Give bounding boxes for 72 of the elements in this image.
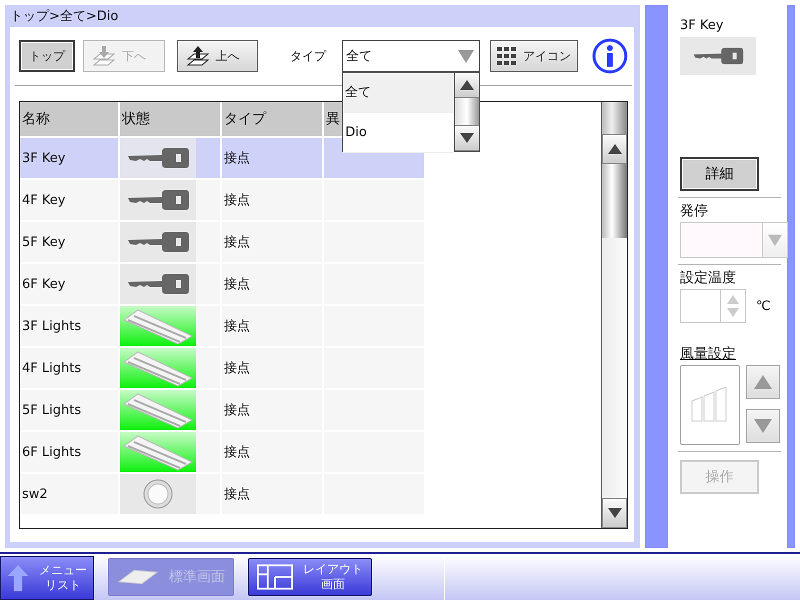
scroll-up-button[interactable] xyxy=(602,134,627,164)
menu-list-button[interactable]: メニュー リスト xyxy=(0,556,94,600)
top-button[interactable]: トップ xyxy=(19,40,75,72)
layers-up-icon xyxy=(186,45,210,67)
column-header: 名称 xyxy=(20,102,118,136)
device-title: 3F Key xyxy=(680,18,724,33)
scroll-thumb[interactable] xyxy=(455,98,480,126)
column-header: 状態 xyxy=(120,102,220,136)
table-row[interactable]: 5F Key 接点 xyxy=(20,222,426,262)
table-row[interactable]: 5F Lights 接点 xyxy=(20,390,426,430)
table-row[interactable]: 6F Lights 接点 xyxy=(20,432,426,472)
run-stop-label: 発停 xyxy=(680,202,708,220)
key-icon xyxy=(126,272,190,296)
caret-icon xyxy=(456,48,476,64)
table-row[interactable]: 4F Key 接点 xyxy=(20,180,426,220)
fan-up-button[interactable] xyxy=(746,365,780,399)
round-switch-icon xyxy=(142,478,174,510)
name-cell: 5F Key xyxy=(20,222,118,262)
dropdown-option[interactable]: 全て xyxy=(343,73,454,113)
table-row[interactable]: 3F Lights 接点 xyxy=(20,306,426,346)
table-row[interactable]: 4F Lights 接点 xyxy=(20,348,426,388)
key-icon xyxy=(126,188,190,212)
type-cell: 接点 xyxy=(222,264,322,304)
detail-button[interactable]: 詳細 xyxy=(680,157,759,191)
scroll-thumb[interactable] xyxy=(602,164,627,238)
key-icon xyxy=(126,146,190,170)
type-cell: 接点 xyxy=(222,306,322,346)
info-icon[interactable] xyxy=(592,38,628,74)
down-arrow-icon xyxy=(753,418,773,434)
layout-screen-button[interactable]: レイアウト 画面 xyxy=(248,558,372,596)
layers-down-icon xyxy=(92,45,116,67)
type-cell: 接点 xyxy=(222,138,322,178)
type-cell: 接点 xyxy=(222,222,322,262)
breadcrumb: トップ>全て>Dio xyxy=(10,8,120,26)
table-row[interactable]: 3F Key 接点 xyxy=(20,138,426,178)
name-cell: 4F Key xyxy=(20,180,118,220)
table-row[interactable]: sw2 接点 xyxy=(20,474,426,514)
up-triangle-icon xyxy=(606,143,622,155)
name-cell: 3F Lights xyxy=(20,306,118,346)
down-triangle-icon xyxy=(606,507,622,519)
name-cell: sw2 xyxy=(20,474,118,514)
name-cell: 6F Lights xyxy=(20,432,118,472)
type-cell: 接点 xyxy=(222,180,322,220)
key-icon xyxy=(126,230,190,254)
down-triangle-icon xyxy=(459,132,476,144)
name-cell: 6F Key xyxy=(20,264,118,304)
type-cell: 接点 xyxy=(222,390,322,430)
name-cell: 3F Key xyxy=(20,138,118,178)
grid-icon xyxy=(497,47,518,65)
table-row[interactable]: 6F Key 接点 xyxy=(20,264,426,304)
type-cell: 接点 xyxy=(222,432,322,472)
icon-view-button[interactable]: アイコン xyxy=(490,40,578,72)
caret-icon xyxy=(766,233,784,247)
temperature-label: 設定温度 xyxy=(680,269,736,287)
up-triangle-icon xyxy=(459,79,476,91)
layout-icon xyxy=(257,563,293,591)
fan-down-button[interactable] xyxy=(746,409,780,443)
name-cell: 5F Lights xyxy=(20,390,118,430)
up-arrow-icon xyxy=(753,374,773,390)
scroll-down-button[interactable] xyxy=(455,126,480,151)
scroll-down-button[interactable] xyxy=(602,498,627,528)
up-button[interactable]: 上へ xyxy=(176,40,258,72)
type-label: タイプ xyxy=(290,48,326,64)
name-cell: 4F Lights xyxy=(20,348,118,388)
type-select[interactable]: 全て xyxy=(342,40,480,72)
key-icon xyxy=(692,46,744,66)
fan-speed-label: 風量設定 xyxy=(680,345,736,363)
scroll-up-button[interactable] xyxy=(455,73,480,98)
type-cell: 接点 xyxy=(222,348,322,388)
temperature-unit: ℃ xyxy=(756,298,771,314)
type-cell: 接点 xyxy=(222,474,322,514)
column-header: タイプ xyxy=(222,102,322,136)
